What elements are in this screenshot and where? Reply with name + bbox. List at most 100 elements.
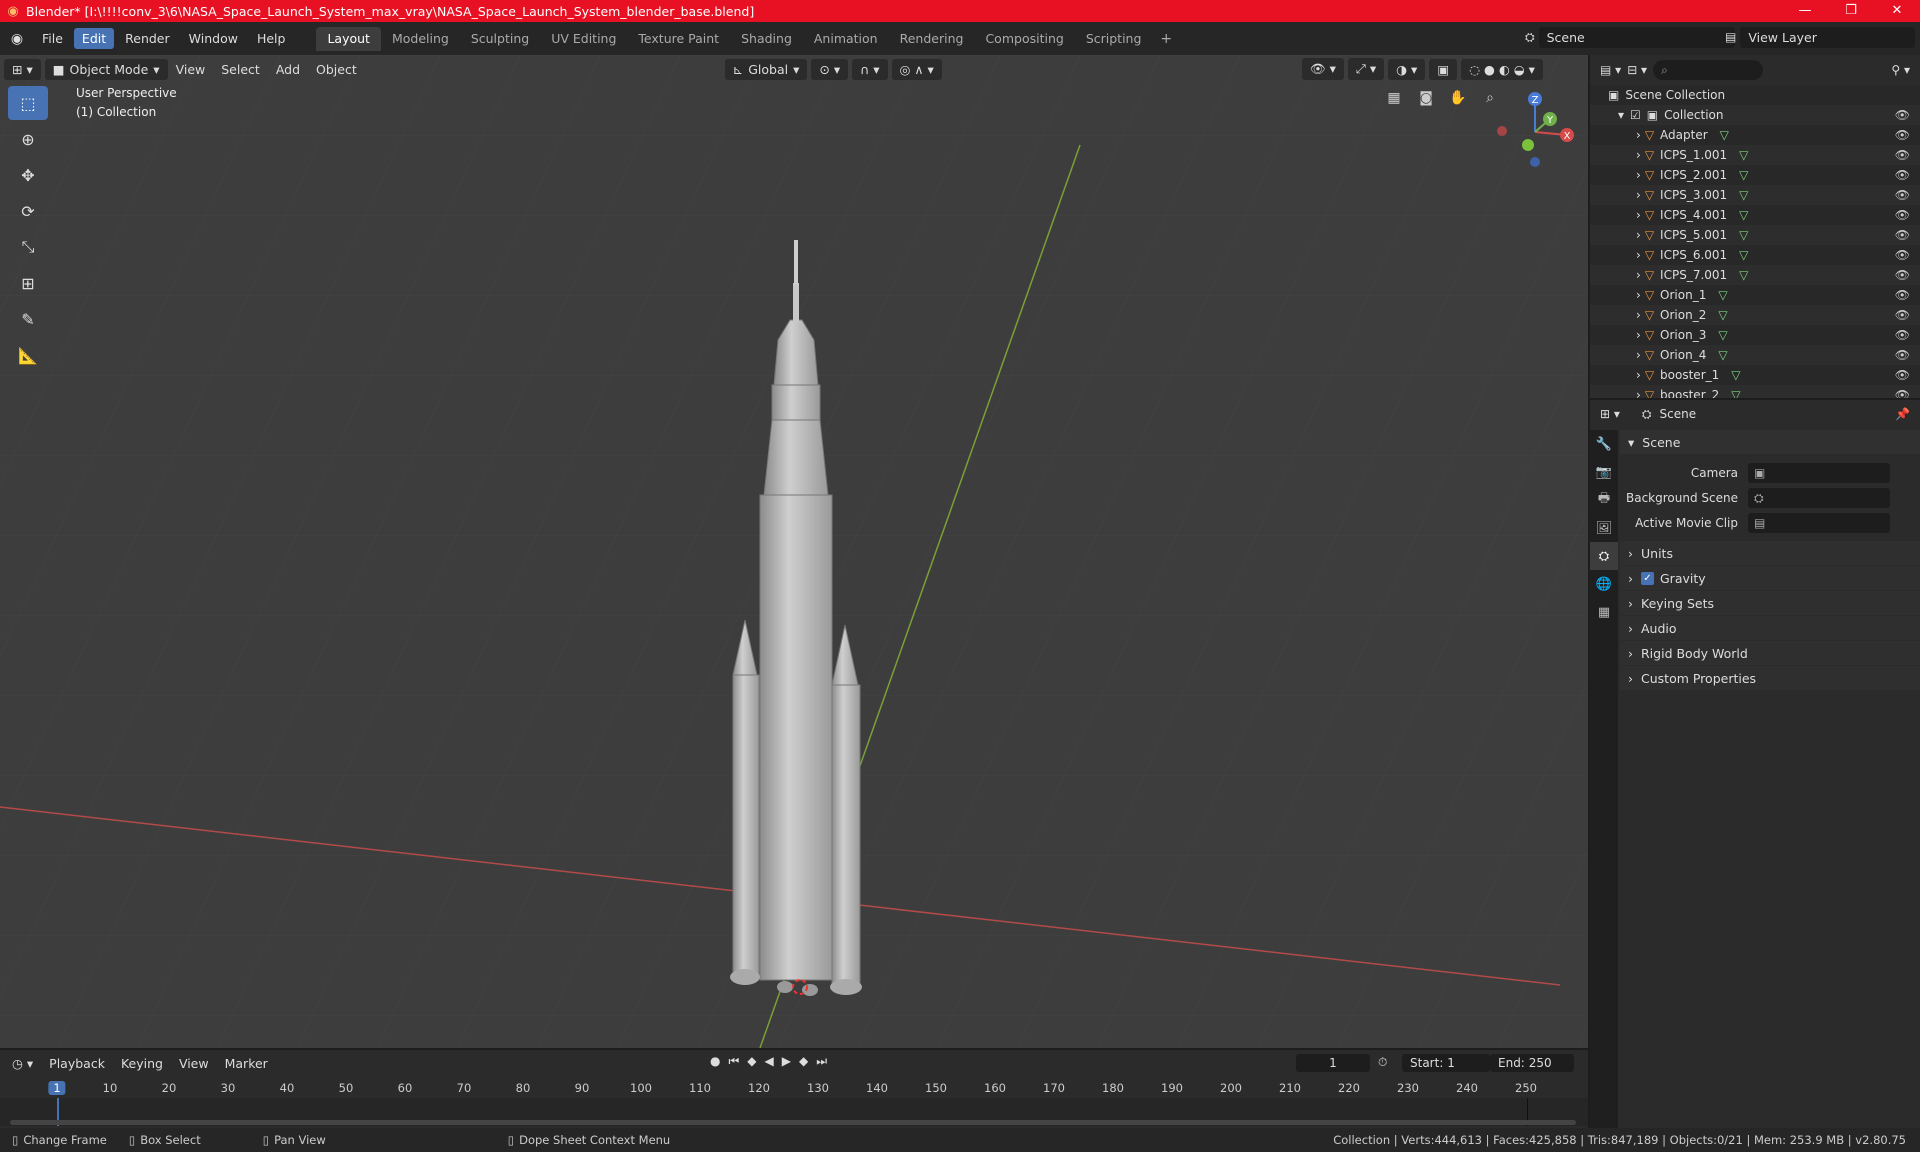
visibility-eye-icon[interactable]: 👁 [1895,168,1910,182]
tool-tab-icon[interactable]: 🔧 [1590,430,1618,458]
collection-row[interactable]: ▾ ☑ ▣ Collection 👁 [1590,105,1920,125]
minimize-button[interactable]: — [1782,0,1828,22]
visibility-eye-icon[interactable]: 👁 [1895,308,1910,322]
expand-arrow-icon[interactable]: › [1636,368,1641,382]
expand-arrow-icon[interactable]: › [1636,188,1641,202]
timeline-editor-type-icon[interactable]: ◷ ▾ [4,1052,42,1074]
scene-tab-icon[interactable]: ⛭ [1590,542,1618,570]
mode-dropdown[interactable]: ■ Object Mode ▾ [44,58,168,80]
xray-toggle[interactable]: ▣ [1429,58,1458,80]
visibility-eye-icon[interactable]: 👁 [1895,108,1910,122]
record-icon[interactable]: ● [710,1054,720,1069]
render-tab-icon[interactable]: 📷 [1590,458,1618,486]
filter-icon[interactable]: ⚲ ▾ [1891,63,1910,77]
editor-type-dropdown[interactable]: ⊞ ▾ [4,58,41,80]
outliner-item[interactable]: › ▽ ICPS_2.001 ▽ 👁 [1590,165,1920,185]
visibility-eye-icon[interactable]: 👁 [1895,148,1910,162]
close-button[interactable]: ✕ [1874,0,1920,22]
units-panel[interactable]: › Units [1620,541,1920,565]
tab-sculpting[interactable]: Sculpting [460,27,540,51]
add-workspace-button[interactable]: + [1152,27,1180,51]
pivot-dropdown[interactable]: ⊙ ▾ [811,58,849,80]
expand-arrow-icon[interactable]: › [1636,268,1641,282]
tab-animation[interactable]: Animation [803,27,889,51]
visibility-eye-icon[interactable]: 👁 [1895,208,1910,222]
visibility-eye-icon[interactable]: 👁 [1895,348,1910,362]
menu-edit[interactable]: Edit [73,28,115,49]
world-tab-icon[interactable]: 🌐 [1590,570,1618,598]
expand-arrow-icon[interactable]: ▾ [1618,108,1624,122]
outliner-item[interactable]: › ▽ booster_1 ▽ 👁 [1590,365,1920,385]
menu-keying[interactable]: Keying [113,1053,171,1074]
expand-arrow-icon[interactable]: › [1636,328,1641,342]
gizmo-toggle[interactable]: ⤢ ▾ [1347,58,1385,80]
visibility-dropdown[interactable]: 👁 ▾ [1301,58,1344,80]
tab-layout[interactable]: Layout [316,26,381,51]
scale-tool[interactable]: ⤡ [8,230,48,264]
pan-hand-icon[interactable]: ✋ [1446,86,1470,110]
menu-playback[interactable]: Playback [41,1053,113,1074]
keying-sets-panel[interactable]: › Keying Sets [1620,591,1920,615]
menu-window[interactable]: Window [181,28,246,49]
visibility-eye-icon[interactable]: 👁 [1895,248,1910,262]
rigid-body-world-panel[interactable]: › Rigid Body World [1620,641,1920,665]
tab-texture-paint[interactable]: Texture Paint [627,27,730,51]
proportional-edit-toggle[interactable]: ◎ ∧ ▾ [891,58,942,80]
jump-end-icon[interactable]: ⏭ [816,1054,827,1069]
maximize-button[interactable]: ❐ [1828,0,1874,22]
annotate-tool[interactable]: ✎ [8,302,48,336]
menu-select[interactable]: Select [213,59,268,80]
select-box-tool[interactable]: ⬚ [8,86,48,120]
play-reverse-icon[interactable]: ◀ [765,1054,774,1069]
menu-render[interactable]: Render [117,28,178,49]
menu-add[interactable]: Add [268,59,308,80]
scene-panel-header[interactable]: ▾ Scene [1620,430,1920,454]
frame-ruler[interactable]: 1 10 20 30 40 50 60 70 80 90 100 110 120… [0,1080,1588,1098]
visibility-eye-icon[interactable]: 👁 [1895,228,1910,242]
expand-arrow-icon[interactable]: › [1636,288,1641,302]
expand-arrow-icon[interactable]: › [1636,208,1641,222]
movie-clip-field[interactable]: ▤ [1748,512,1890,533]
pin-icon[interactable]: 📌 [1895,407,1910,421]
expand-arrow-icon[interactable]: › [1636,248,1641,262]
visibility-eye-icon[interactable]: 👁 [1895,268,1910,282]
snap-toggle[interactable]: ∩ ▾ [852,58,888,80]
transform-tool[interactable]: ⊞ [8,266,48,300]
tab-scripting[interactable]: Scripting [1075,27,1153,51]
tab-uv-editing[interactable]: UV Editing [540,27,627,51]
current-frame-field[interactable]: 1 [1296,1054,1370,1072]
rotate-tool[interactable]: ⟳ [8,194,48,228]
outliner-item[interactable]: › ▽ ICPS_5.001 ▽ 👁 [1590,225,1920,245]
expand-arrow-icon[interactable]: › [1636,228,1641,242]
camera-view-icon[interactable]: ◙ [1414,86,1438,110]
visibility-eye-icon[interactable]: 👁 [1895,128,1910,142]
overlay-toggle[interactable]: ◑ ▾ [1388,58,1426,80]
outliner-editor-type-icon[interactable]: ▤ ▾ [1600,63,1621,77]
grid-view-icon[interactable]: ▦ [1382,86,1406,110]
cursor-tool[interactable]: ⊕ [8,122,48,156]
stopwatch-icon[interactable]: ⏱ [1378,1055,1387,1070]
display-mode-icon[interactable]: ⊟ ▾ [1627,63,1647,77]
jump-start-icon[interactable]: ⏮ [728,1054,739,1069]
timeline-scrollbar[interactable] [10,1120,1576,1125]
outliner-item[interactable]: › ▽ Adapter ▽ 👁 [1590,125,1920,145]
prev-keyframe-icon[interactable]: ◆ [747,1054,756,1069]
gravity-panel[interactable]: › ✓ Gravity [1620,566,1920,590]
shading-modes[interactable]: ◌ ● ◐ ◒ ▾ [1461,58,1543,80]
scene-collection-row[interactable]: ▣ Scene Collection [1590,85,1920,105]
outliner-search-input[interactable]: ⌕ [1653,60,1764,80]
next-keyframe-icon[interactable]: ◆ [799,1054,808,1069]
end-frame-field[interactable]: End: 250 [1490,1054,1574,1072]
3d-viewport[interactable]: ⊞ ▾ ■ Object Mode ▾ View Select Add Objec… [0,55,1588,1048]
output-tab-icon[interactable]: 🖶 [1590,486,1618,514]
outliner-item[interactable]: › ▽ ICPS_3.001 ▽ 👁 [1590,185,1920,205]
expand-arrow-icon[interactable]: › [1636,168,1641,182]
outliner-item[interactable]: › ▽ ICPS_4.001 ▽ 👁 [1590,205,1920,225]
tab-rendering[interactable]: Rendering [889,27,975,51]
measure-tool[interactable]: 📐 [8,338,48,372]
texture-tab-icon[interactable]: ▦ [1590,598,1618,626]
tab-modeling[interactable]: Modeling [381,27,460,51]
playhead-frame[interactable]: 1 [48,1081,66,1095]
outliner-item[interactable]: › ▽ ICPS_6.001 ▽ 👁 [1590,245,1920,265]
move-tool[interactable]: ✥ [8,158,48,192]
